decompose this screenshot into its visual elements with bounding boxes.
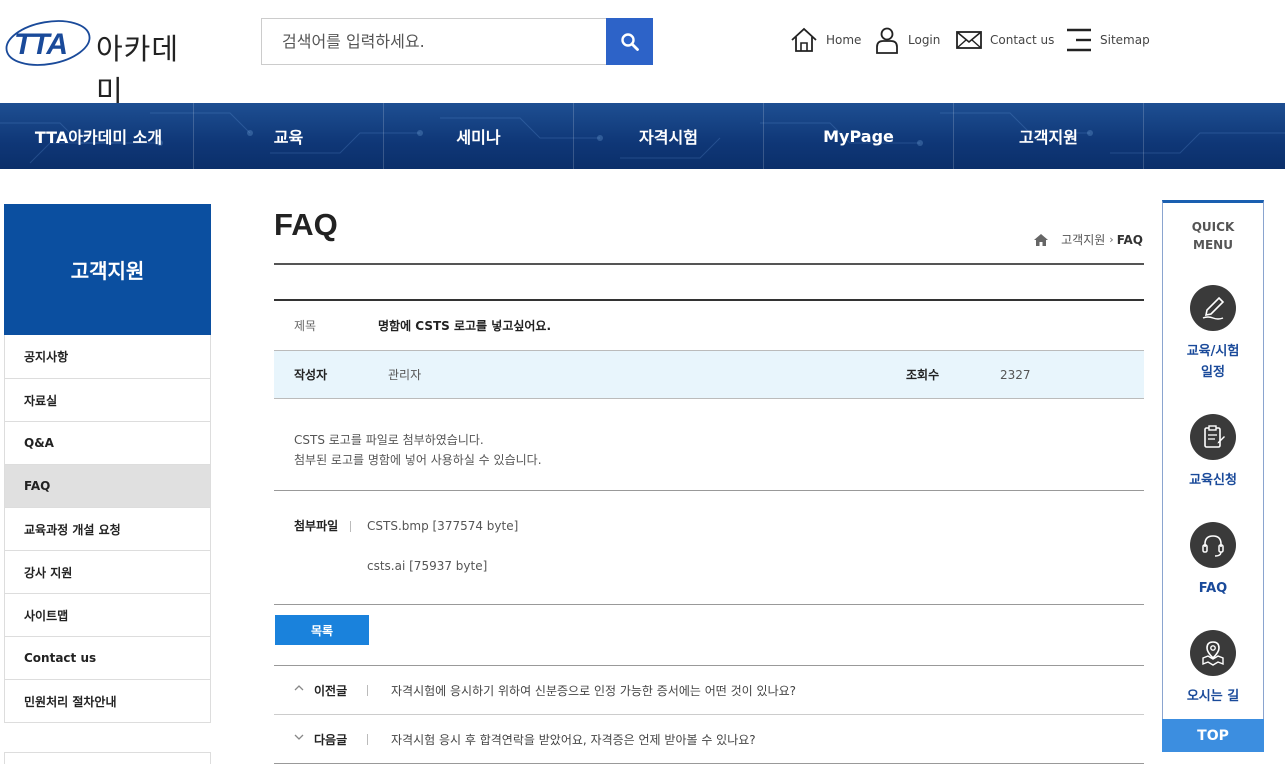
post-body: CSTS 로고를 파일로 첨부하였습니다. 첨부된 로고를 명함에 넣어 사용하…: [274, 399, 1144, 491]
util-home-link[interactable]: Home: [790, 26, 861, 54]
chevron-right-icon: ›: [1109, 233, 1114, 246]
gnb-item-seminar[interactable]: 세미나: [384, 103, 574, 169]
next-post-row[interactable]: 다음글 자격시험 응시 후 합격연락을 받았어요, 자격증은 언제 받아볼 수 …: [274, 715, 1144, 764]
quick-item-label: FAQ: [1198, 581, 1228, 596]
util-contact-link[interactable]: Contact us: [956, 26, 1054, 54]
lnb-item-contact[interactable]: Contact us: [5, 636, 210, 679]
search-icon: [620, 32, 639, 51]
post-navigation: 이전글 자격시험에 응시하기 위하여 신분증으로 인정 가능한 증서에는 어떤 …: [274, 665, 1144, 764]
quick-menu-title-line: MENU: [1193, 238, 1233, 252]
logo-tta-text: TTA: [14, 28, 68, 61]
gnb-item-support[interactable]: 고객지원: [954, 103, 1144, 169]
scroll-top-button[interactable]: TOP: [1162, 719, 1264, 752]
quick-item-label-line: 일정: [1201, 365, 1225, 380]
lnb-item-qna[interactable]: Q&A: [5, 421, 210, 464]
util-contact-label: Contact us: [990, 33, 1055, 47]
user-icon: [876, 27, 898, 54]
logo-academy-text: 아카데미: [96, 32, 180, 108]
next-post-label: 다음글: [314, 732, 348, 747]
post-body-line: CSTS 로고를 파일로 첨부하였습니다.: [294, 433, 484, 447]
gnb-item-about[interactable]: TTA아카데미 소개: [4, 103, 194, 169]
subject-row: 제목 명함에 CSTS 로고를 넣고싶어요.: [274, 299, 1144, 350]
lnb-item-complaint-guide[interactable]: 민원처리 절차안내: [5, 679, 210, 722]
title-divider: [274, 263, 1144, 265]
quick-menu-title-line: QUICK: [1191, 220, 1235, 234]
lnb-title: 고객지원: [4, 204, 211, 335]
lnb-item-course-request[interactable]: 교육과정 개설 요청: [5, 507, 210, 550]
page-title: FAQ: [274, 207, 338, 242]
prev-post-row[interactable]: 이전글 자격시험에 응시하기 위하여 신분증으로 인정 가능한 증서에는 어떤 …: [274, 666, 1144, 715]
lnb-banner-box: [4, 752, 211, 764]
post-body-line: 첨부된 로고를 명함에 넣어 사용하실 수 있습니다.: [294, 453, 542, 467]
gnb-item-mypage[interactable]: MyPage: [764, 103, 954, 169]
subject-value: 명함에 CSTS 로고를 넣고싶어요.: [378, 319, 552, 333]
lnb-item-faq[interactable]: FAQ: [5, 464, 210, 507]
gnb-item-education[interactable]: 교육: [194, 103, 384, 169]
breadcrumb: 고객지원 › FAQ: [1033, 231, 1143, 248]
search-box: [261, 18, 653, 65]
lnb-menu: 공지사항 자료실 Q&A FAQ 교육과정 개설 요청 강사 지원 사이트맵 C…: [4, 335, 211, 723]
search-input[interactable]: [262, 19, 608, 64]
home-icon[interactable]: [1033, 233, 1049, 247]
search-button[interactable]: [606, 18, 653, 65]
util-login-link[interactable]: Login: [874, 26, 940, 54]
menu-icon: [1067, 28, 1091, 52]
clipboard-icon: [1190, 414, 1236, 460]
lnb-item-notice[interactable]: 공지사항: [5, 335, 210, 378]
mail-icon: [956, 31, 982, 49]
chevron-down-icon: [294, 734, 304, 740]
quick-item-directions[interactable]: 오시는 길: [1163, 630, 1263, 707]
writer-row: 작성자 관리자 조회수 2327: [274, 350, 1144, 399]
pen-icon: [1190, 285, 1236, 331]
writer-label: 작성자: [294, 368, 328, 382]
quick-item-label: 교육/시험 일정: [1163, 341, 1263, 383]
util-sitemap-label: Sitemap: [1100, 33, 1150, 47]
prev-post-title[interactable]: 자격시험에 응시하기 위하여 신분증으로 인정 가능한 증서에는 어떤 것이 있…: [391, 682, 796, 699]
quick-item-label-line: 교육/시험: [1186, 344, 1240, 359]
attachments-label: 첨부파일: [294, 519, 339, 533]
lnb-item-instructor[interactable]: 강사 지원: [5, 550, 210, 593]
attachment-link-bmp[interactable]: CSTS.bmp [377574 byte]: [367, 519, 518, 533]
list-button[interactable]: 목록: [275, 615, 369, 645]
quick-menu-title: QUICK MENU: [1163, 218, 1263, 254]
faq-detail-board: 제목 명함에 CSTS 로고를 넣고싶어요. 작성자 관리자 조회수 2327 …: [274, 299, 1144, 605]
lnb-item-sitemap[interactable]: 사이트맵: [5, 593, 210, 636]
divider: [367, 733, 368, 745]
quick-item-label: 오시는 길: [1186, 689, 1240, 704]
quick-item-apply[interactable]: 교육신청: [1163, 414, 1263, 491]
gnb-item-certification[interactable]: 자격시험: [574, 103, 764, 169]
headset-icon: [1190, 522, 1236, 568]
writer-value: 관리자: [388, 368, 422, 382]
quick-item-faq[interactable]: FAQ: [1163, 522, 1263, 599]
main-navigation: TTA아카데미 소개 교육 세미나 자격시험 MyPage 고객지원: [0, 103, 1285, 169]
breadcrumb-item-support[interactable]: 고객지원: [1061, 231, 1105, 248]
util-sitemap-link[interactable]: Sitemap: [1066, 26, 1150, 54]
attachment-link-ai[interactable]: csts.ai [75937 byte]: [367, 559, 487, 573]
util-home-label: Home: [826, 33, 862, 47]
next-post-title[interactable]: 자격시험 응시 후 합격연락을 받았어요, 자격증은 언제 받아볼 수 있나요?: [391, 731, 756, 748]
home-icon: [791, 27, 817, 52]
quick-item-label: 교육신청: [1189, 473, 1237, 488]
prev-post-label: 이전글: [314, 683, 348, 698]
divider: [350, 521, 351, 532]
breadcrumb-item-current: FAQ: [1116, 232, 1143, 247]
quick-item-schedule[interactable]: 교육/시험 일정: [1163, 285, 1263, 383]
views-value: 2327: [1000, 367, 1031, 382]
quick-menu: QUICK MENU 교육/시험 일정 교육신청 FAQ 오시는 길 TOP: [1162, 200, 1264, 752]
divider: [367, 684, 368, 696]
site-logo[interactable]: TTA 아카데미: [4, 16, 204, 108]
subject-label: 제목: [294, 319, 317, 333]
views-label: 조회수: [906, 368, 940, 382]
util-login-label: Login: [908, 33, 941, 47]
attachments-row: 첨부파일 CSTS.bmp [377574 byte] csts.ai [759…: [274, 491, 1144, 605]
chevron-up-icon: [294, 685, 304, 691]
lnb-item-archive[interactable]: 자료실: [5, 378, 210, 421]
map-pin-icon: [1190, 630, 1236, 676]
